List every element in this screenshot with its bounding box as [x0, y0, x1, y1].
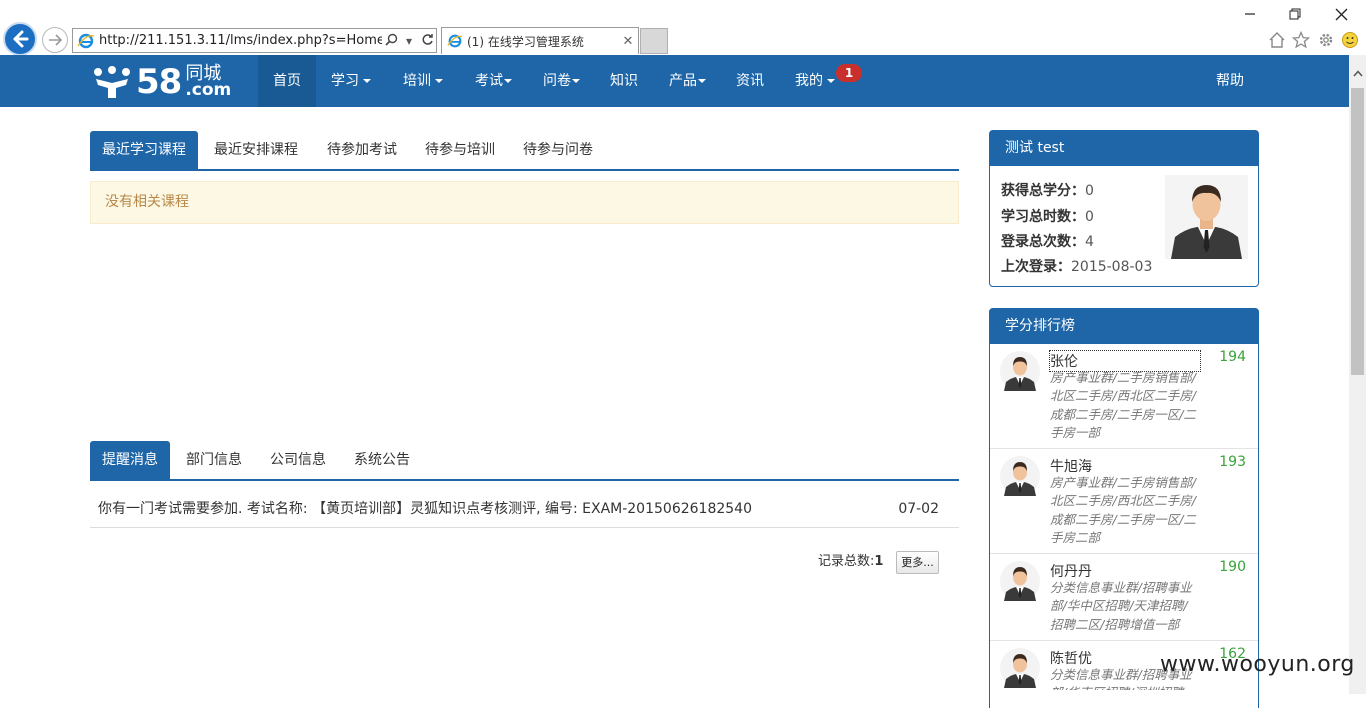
nav-mine[interactable]: 我的: [795, 55, 835, 107]
tab-company-info[interactable]: 公司信息: [258, 441, 338, 479]
scroll-up-icon[interactable]: [1349, 65, 1366, 82]
caret-down-icon: [572, 79, 580, 83]
person-avatar-icon: [1000, 351, 1040, 391]
refresh-icon[interactable]: [418, 33, 436, 49]
user-panel-title: 测试 test: [990, 131, 1258, 166]
rank-department: 房产事业群/二手房销售部/北区二手房/西北区二手房/成都二手房/二手房一区/二手…: [1050, 475, 1196, 546]
rank-panel-title: 学分排行榜: [990, 309, 1258, 344]
minimize-icon[interactable]: [1238, 4, 1262, 24]
rank-score: 193: [1219, 454, 1246, 470]
browser-chrome: http://211.151.3.11/lms/index.php?s=Home…: [0, 0, 1366, 56]
rank-item[interactable]: 牛旭海 房产事业群/二手房销售部/北区二手房/西北区二手房/成都二手房/二手房一…: [990, 450, 1258, 554]
message-date: 07-02: [898, 501, 939, 517]
tab-pending-training[interactable]: 待参与培训: [413, 131, 507, 169]
logo-text-bottom: .com: [185, 80, 232, 100]
address-bar[interactable]: http://211.151.3.11/lms/index.php?s=Home…: [72, 28, 437, 53]
ie-icon: [447, 34, 463, 48]
scrollbar-thumb[interactable]: [1351, 88, 1364, 375]
close-tab-icon[interactable]: ✕: [618, 34, 638, 49]
tab-system-notice[interactable]: 系统公告: [342, 441, 422, 479]
arrow-right-icon: [49, 34, 63, 46]
rank-item[interactable]: 何丹丹 分类信息事业群/招聘事业部/华中区招聘/天津招聘/招聘二区/招聘增值一部…: [990, 555, 1258, 641]
tab-scheduled-courses[interactable]: 最近安排课程: [202, 131, 310, 169]
page-scrollbar[interactable]: [1349, 55, 1366, 694]
tab-reminders[interactable]: 提醒消息: [90, 441, 170, 479]
message-row[interactable]: 你有一门考试需要参加. 考试名称: 【黄页培训部】灵狐知识点考核测评, 编号: …: [90, 490, 959, 528]
caret-down-icon: [435, 79, 443, 83]
site-navbar: 58 同城 .com 首页 学习 培训 考试 问卷 知识 产品 资讯 我的 帮助: [0, 55, 1349, 107]
browser-tab[interactable]: (1) 在线学习管理系统 ✕: [441, 27, 639, 54]
rank-name[interactable]: 陈哲优: [1050, 648, 1092, 668]
site-logo[interactable]: 58 同城 .com: [90, 64, 231, 100]
home-icon[interactable]: [1266, 29, 1288, 51]
rank-item[interactable]: 张伦 房产事业群/二手房销售部/北区二手房/西北区二手房/成都二手房/二手房一区…: [990, 345, 1258, 449]
close-window-icon[interactable]: [1329, 4, 1353, 24]
login-count-row: 登录总次数：4: [1001, 234, 1094, 250]
message-text[interactable]: 你有一门考试需要参加. 考试名称: 【黄页培训部】灵狐知识点考核测评, 编号: …: [98, 490, 752, 528]
tab-pending-surveys[interactable]: 待参与问卷: [511, 131, 605, 169]
message-tabs: 提醒消息 部门信息 公司信息 系统公告: [90, 441, 959, 481]
user-avatar[interactable]: [1165, 175, 1248, 259]
notification-badge[interactable]: 1: [836, 64, 862, 82]
forward-button[interactable]: [42, 27, 68, 53]
person-avatar-icon: [1000, 456, 1040, 496]
tab-recent-courses[interactable]: 最近学习课程: [90, 131, 198, 169]
58-logo-icon: [94, 66, 130, 98]
rank-department: 分类信息事业群/招聘事业部/华中区招聘/天津招聘/招聘二区/招聘增值一部: [1050, 580, 1192, 632]
nav-training[interactable]: 培训: [403, 55, 443, 107]
nav-product[interactable]: 产品: [669, 55, 706, 107]
caret-down-icon: [363, 79, 371, 83]
total-hours-row: 学习总时数：0: [1001, 209, 1094, 225]
new-tab-button[interactable]: [640, 28, 668, 54]
nav-study[interactable]: 学习: [331, 55, 371, 107]
total-credits-row: 获得总学分：0: [1001, 183, 1094, 199]
person-avatar-icon: [1000, 561, 1040, 601]
nav-knowledge[interactable]: 知识: [610, 55, 638, 107]
record-count-label: 记录总数:: [818, 554, 875, 569]
star-icon[interactable]: [1290, 29, 1312, 51]
last-login-row: 上次登录：2015-08-03: [1001, 259, 1153, 275]
arrow-left-icon: [13, 30, 29, 48]
dropdown-icon[interactable]: ▾: [400, 34, 418, 48]
rank-name[interactable]: 何丹丹: [1050, 561, 1092, 581]
nav-news[interactable]: 资讯: [736, 55, 764, 107]
nav-help[interactable]: 帮助: [1216, 55, 1244, 107]
record-count-value: 1: [874, 554, 884, 569]
course-tabs: 最近学习课程 最近安排课程 待参加考试 待参与培训 待参与问卷: [90, 131, 959, 171]
tab-title: (1) 在线学习管理系统: [467, 34, 584, 49]
back-button[interactable]: [3, 22, 37, 56]
rank-score: 194: [1219, 349, 1246, 365]
tab-department-info[interactable]: 部门信息: [174, 441, 254, 479]
more-button[interactable]: 更多...: [896, 551, 939, 574]
tab-pending-exams[interactable]: 待参加考试: [315, 131, 409, 169]
nav-home[interactable]: 首页: [258, 55, 316, 107]
person-avatar-icon: [1165, 175, 1248, 259]
nav-exam[interactable]: 考试: [475, 55, 512, 107]
nav-survey[interactable]: 问卷: [543, 55, 580, 107]
url-text: http://211.151.3.11/lms/index.php?s=Home…: [99, 33, 382, 48]
search-icon[interactable]: [382, 33, 400, 49]
watermark: www.wooyun.org: [1160, 652, 1355, 677]
rank-score: 190: [1219, 559, 1246, 575]
caret-down-icon: [827, 79, 835, 83]
rank-name[interactable]: 张伦: [1049, 350, 1201, 372]
caret-down-icon: [504, 79, 512, 83]
record-count: 记录总数:1: [818, 550, 883, 574]
user-info-panel: 测试 test 获得总学分：0 学习总时数：0 登录总次数：4 上次登录：201…: [989, 130, 1259, 287]
restore-icon[interactable]: [1283, 4, 1307, 24]
logo-number: 58: [136, 62, 182, 102]
person-avatar-icon: [1000, 648, 1040, 688]
rank-name[interactable]: 牛旭海: [1050, 456, 1092, 476]
ie-icon: [77, 33, 95, 48]
caret-down-icon: [698, 79, 706, 83]
credit-ranking-panel: 学分排行榜 张伦 房产事业群/二手房销售部/北区二手房/西北区二手房/成都二手房…: [989, 308, 1259, 708]
rank-department: 房产事业群/二手房销售部/北区二手房/西北区二手房/成都二手房/二手房一区/二手…: [1050, 370, 1196, 441]
gear-icon[interactable]: [1315, 29, 1337, 51]
no-course-alert: 没有相关课程: [90, 181, 959, 224]
smiley-icon[interactable]: [1339, 29, 1361, 51]
